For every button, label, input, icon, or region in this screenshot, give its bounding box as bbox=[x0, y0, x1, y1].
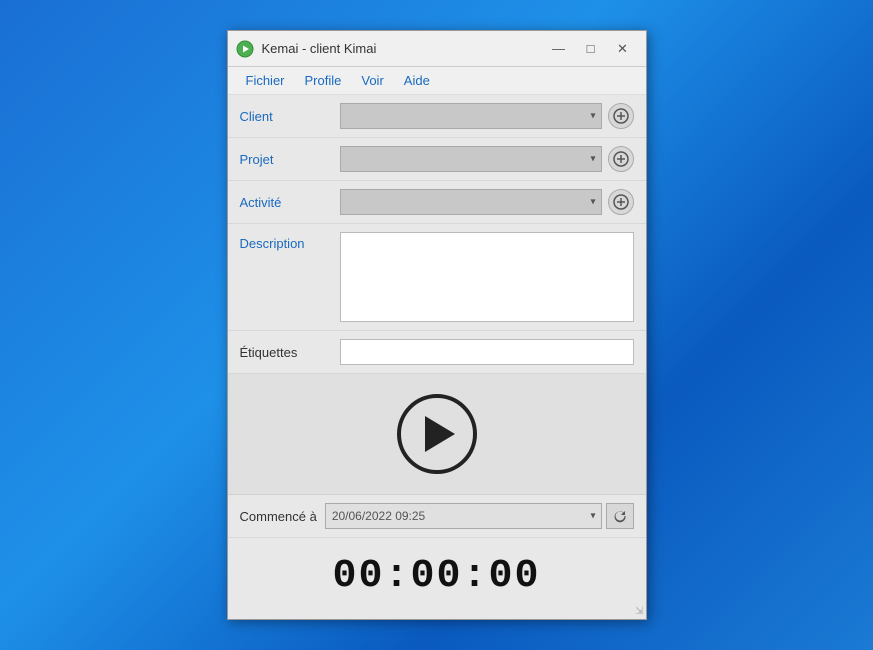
play-section bbox=[228, 374, 646, 495]
etiquettes-label: Étiquettes bbox=[240, 345, 340, 360]
resize-handle[interactable]: ⇲ bbox=[635, 606, 643, 617]
etiquettes-row: Étiquettes bbox=[228, 331, 646, 374]
menu-voir[interactable]: Voir bbox=[351, 69, 393, 92]
started-input[interactable] bbox=[325, 503, 602, 529]
title-bar: Kemai - client Kimai — □ ✕ bbox=[228, 31, 646, 67]
timer-row: 00:00:00 bbox=[228, 538, 646, 619]
add-activite-button[interactable] bbox=[608, 189, 634, 215]
app-icon bbox=[236, 40, 254, 58]
activite-control: ▾ bbox=[340, 189, 634, 215]
projet-select-wrapper: ▾ bbox=[340, 146, 602, 172]
window-controls: — □ ✕ bbox=[544, 38, 638, 60]
etiquettes-input[interactable] bbox=[340, 339, 634, 365]
maximize-button[interactable]: □ bbox=[576, 38, 606, 60]
description-row: Description bbox=[228, 224, 646, 331]
activite-row: Activité ▾ bbox=[228, 181, 646, 224]
app-window: Kemai - client Kimai — □ ✕ Fichier Profi… bbox=[227, 30, 647, 620]
refresh-icon bbox=[613, 509, 627, 523]
add-projet-button[interactable] bbox=[608, 146, 634, 172]
started-input-wrap: ▾ bbox=[325, 503, 602, 529]
plus-circle-icon bbox=[613, 108, 629, 124]
start-timer-button[interactable] bbox=[397, 394, 477, 474]
plus-circle-icon bbox=[613, 151, 629, 167]
close-button[interactable]: ✕ bbox=[608, 38, 638, 60]
projet-control: ▾ bbox=[340, 146, 634, 172]
menu-aide[interactable]: Aide bbox=[394, 69, 440, 92]
add-client-button[interactable] bbox=[608, 103, 634, 129]
client-label: Client bbox=[240, 109, 340, 124]
refresh-time-button[interactable] bbox=[606, 503, 634, 529]
description-input[interactable] bbox=[340, 232, 634, 322]
client-select[interactable] bbox=[340, 103, 602, 129]
projet-row: Projet ▾ bbox=[228, 138, 646, 181]
activite-label: Activité bbox=[240, 195, 340, 210]
menu-fichier[interactable]: Fichier bbox=[236, 69, 295, 92]
started-label: Commencé à bbox=[240, 509, 317, 524]
description-label: Description bbox=[240, 232, 340, 251]
activite-select-wrapper: ▾ bbox=[340, 189, 602, 215]
window-title: Kemai - client Kimai bbox=[262, 41, 544, 56]
client-control: ▾ bbox=[340, 103, 634, 129]
minimize-button[interactable]: — bbox=[544, 38, 574, 60]
started-row: Commencé à ▾ bbox=[228, 495, 646, 538]
play-icon bbox=[425, 416, 455, 452]
menu-bar: Fichier Profile Voir Aide bbox=[228, 67, 646, 95]
etiquettes-control bbox=[340, 339, 634, 365]
client-select-wrapper: ▾ bbox=[340, 103, 602, 129]
projet-label: Projet bbox=[240, 152, 340, 167]
projet-select[interactable] bbox=[340, 146, 602, 172]
activite-select[interactable] bbox=[340, 189, 602, 215]
client-row: Client ▾ bbox=[228, 95, 646, 138]
form-area: Client ▾ Projet bbox=[228, 95, 646, 619]
timer-display: 00:00:00 bbox=[332, 554, 540, 599]
plus-circle-icon bbox=[613, 194, 629, 210]
menu-profile[interactable]: Profile bbox=[295, 69, 352, 92]
